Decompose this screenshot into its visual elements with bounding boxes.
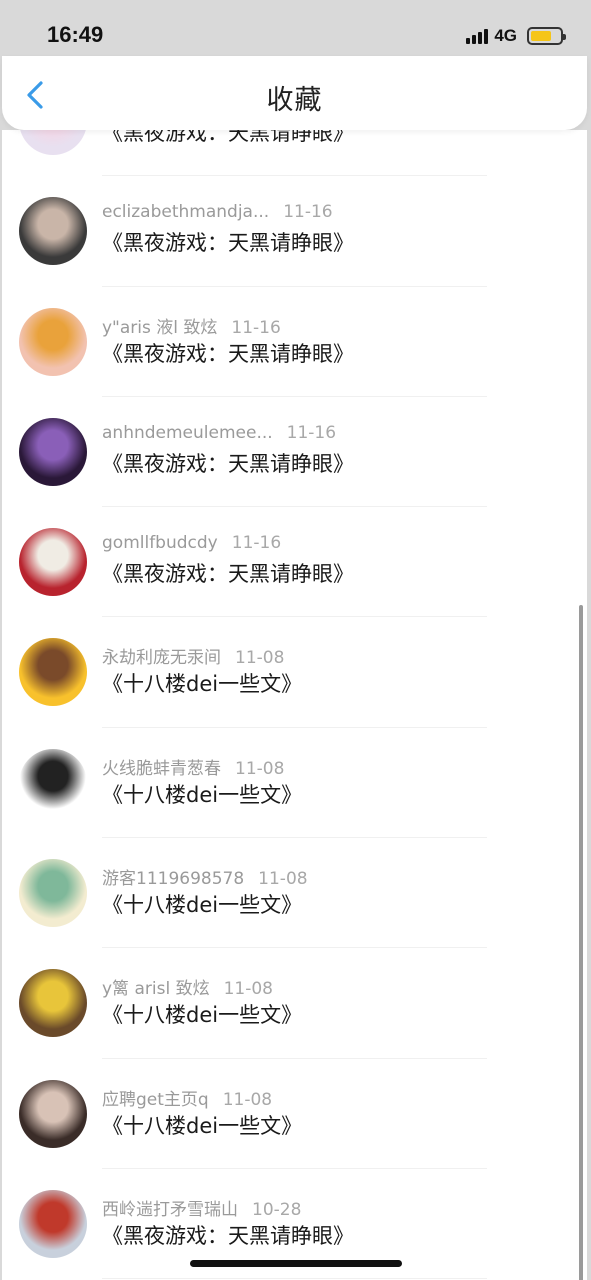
item-title[interactable]: 《黑夜游戏：天黑请睁眼》	[102, 227, 354, 257]
item-date: 11-16	[283, 202, 333, 223]
status-indicators: 4G	[466, 26, 566, 46]
avatar[interactable]	[19, 417, 87, 486]
scrollbar[interactable]	[579, 605, 583, 1280]
network-type: 4G	[494, 26, 517, 45]
nav-bar: 收藏	[2, 56, 587, 130]
avatar[interactable]	[19, 1079, 87, 1148]
item-meta: y"aris 液l 致炫 11-16	[102, 313, 281, 338]
username[interactable]: 西岭遄打矛雪瑞山	[102, 1200, 238, 1220]
list-item[interactable]: anhndemeulemee... 11-16 《黑夜游戏：天黑请睁眼》	[2, 397, 587, 508]
username[interactable]: eclizabethmandja...	[102, 202, 269, 222]
username[interactable]: 应聘get主页q	[102, 1090, 209, 1110]
item-date: 11-08	[258, 869, 308, 890]
item-title[interactable]: 《黑夜游戏：天黑请睁眼》	[102, 130, 354, 147]
avatar[interactable]	[19, 1189, 87, 1258]
username[interactable]: gomllfbudcdy	[102, 533, 218, 553]
list-item[interactable]: y篱 arisl 致炫 11-08 《十八楼dei一些文》	[2, 948, 587, 1059]
item-title[interactable]: 《十八楼dei一些文》	[102, 668, 302, 698]
item-date: 11-16	[286, 422, 337, 443]
page-title: 收藏	[266, 85, 323, 116]
status-time: 16:49	[47, 22, 104, 47]
item-title[interactable]: 《十八楼dei一些文》	[102, 889, 302, 919]
list-item[interactable]: y"aris 液l 致炫 11-16 《黑夜游戏：天黑请睁眼》	[2, 287, 587, 397]
item-date: 10-28	[252, 1199, 302, 1220]
item-meta: 游客1119698578 11-08	[102, 864, 308, 889]
list-item[interactable]: 游客1119698578 11-08 《十八楼dei一些文》	[2, 838, 587, 949]
item-date: 11-08	[235, 758, 285, 779]
username[interactable]: anhndemeulemee...	[102, 423, 273, 443]
item-title[interactable]: 《黑夜游戏：天黑请睁眼》	[102, 1220, 354, 1250]
item-meta: 永劫利庞无汞间 11-08	[102, 643, 284, 668]
avatar[interactable]	[19, 130, 87, 155]
avatar[interactable]	[19, 638, 87, 707]
item-date: 11-08	[235, 648, 285, 669]
item-date: 11-08	[222, 1089, 273, 1110]
list-item[interactable]: gomllfbudcdy 11-16 《黑夜游戏：天黑请睁眼》	[2, 507, 587, 618]
status-bar: 16:49 4G	[0, 0, 591, 56]
username[interactable]: 永劫利庞无汞间	[102, 648, 221, 668]
item-title[interactable]: 《十八楼dei一些文》	[102, 1110, 302, 1140]
username[interactable]: y"aris 液l 致炫	[102, 318, 217, 338]
divider	[102, 1278, 487, 1280]
item-meta: eclizabethmandja... 11-16	[102, 202, 333, 222]
item-meta: gomllfbudcdy 11-16	[102, 533, 281, 553]
item-date: 11-16	[231, 533, 282, 554]
list-item[interactable]: eclizabethmandja... 11-16 《黑夜游戏：天黑请睁眼》	[2, 176, 587, 287]
item-title[interactable]: 《黑夜游戏：天黑请睁眼》	[102, 558, 354, 588]
item-date: 11-16	[231, 317, 281, 338]
item-title[interactable]: 《十八楼dei一些文》	[102, 779, 302, 809]
item-title[interactable]: 《黑夜游戏：天黑请睁眼》	[102, 448, 354, 478]
username[interactable]: y篱 arisl 致炫	[102, 979, 210, 999]
item-title[interactable]: 《十八楼dei一些文》	[102, 999, 302, 1029]
avatar[interactable]	[19, 748, 87, 817]
list-item[interactable]: 火线脆蚌青葱春 11-08 《十八楼dei一些文》	[2, 728, 587, 839]
list-item[interactable]: 应聘get主页q 11-08 《十八楼dei一些文》	[2, 1059, 587, 1169]
item-title[interactable]: 《黑夜游戏：天黑请睁眼》	[102, 338, 354, 368]
home-indicator[interactable]	[190, 1260, 402, 1267]
item-meta: anhndemeulemee... 11-16	[102, 423, 336, 443]
item-date: 11-08	[223, 979, 273, 1000]
list-item[interactable]: 永劫利庞无汞间 11-08 《十八楼dei一些文》	[2, 617, 587, 728]
item-meta: 应聘get主页q 11-08	[102, 1085, 272, 1110]
item-meta: 火线脆蚌青葱春 11-08	[102, 754, 284, 779]
username[interactable]: 游客1119698578	[102, 869, 244, 889]
avatar[interactable]	[19, 197, 87, 266]
list-item[interactable]: 《黑夜游戏：天黑请睁眼》	[2, 130, 587, 177]
avatar[interactable]	[19, 969, 87, 1038]
username[interactable]: 火线脆蚌青葱春	[102, 759, 221, 779]
signal-icon	[466, 28, 489, 44]
avatar[interactable]	[19, 528, 87, 597]
favorites-list-container[interactable]: 《黑夜游戏：天黑请睁眼》 eclizabethmandja... 11-16 《黑夜游…	[2, 130, 587, 1280]
avatar[interactable]	[19, 307, 87, 376]
battery-level	[531, 31, 551, 41]
favorites-list: 《黑夜游戏：天黑请睁眼》 eclizabethmandja... 11-16 《黑夜游…	[2, 130, 587, 1280]
item-meta: 西岭遄打矛雪瑞山 10-28	[102, 1195, 301, 1220]
item-meta: y篱 arisl 致炫 11-08	[102, 974, 273, 999]
avatar[interactable]	[19, 859, 87, 928]
battery-icon	[527, 27, 566, 45]
